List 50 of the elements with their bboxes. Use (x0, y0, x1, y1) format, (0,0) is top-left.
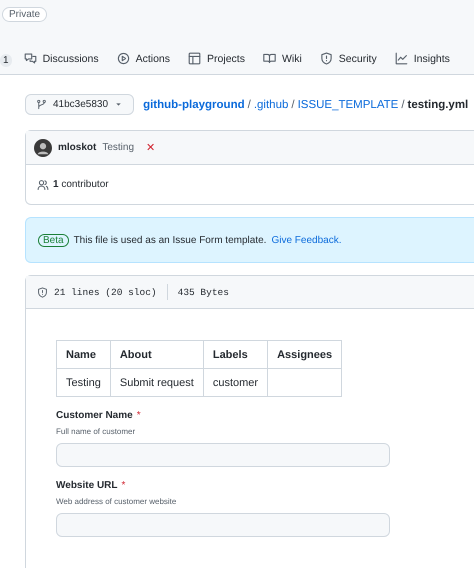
breadcrumb-separator: / (401, 98, 405, 110)
nav-tab[interactable]: Projects (186, 52, 247, 69)
commit-author[interactable]: mloskot (58, 142, 96, 153)
table-cell: Submit request (110, 368, 204, 396)
field-label: Website URL (56, 480, 118, 491)
breadcrumb-link[interactable]: .github (254, 98, 288, 110)
visibility-badge: Private (2, 7, 48, 22)
table-cell: customer (203, 368, 268, 396)
nav-tab[interactable]: Insights (392, 52, 452, 69)
breadcrumb-link[interactable]: github-playground (143, 98, 245, 110)
breadcrumb-link[interactable]: ISSUE_TEMPLATE (298, 98, 398, 110)
avatar[interactable] (34, 138, 52, 156)
counter-badge: 1 (0, 54, 12, 67)
commit-message: Testing (102, 142, 134, 153)
table-icon (188, 52, 202, 65)
column-header: Labels (203, 340, 268, 368)
contributors-link[interactable]: 1 contributor (53, 179, 109, 190)
nav-tab[interactable]: Discussions (22, 52, 101, 69)
table-cell: Testing (56, 368, 110, 396)
breadcrumb-separator: / (248, 98, 251, 110)
input-field[interactable] (56, 513, 390, 537)
input-field[interactable] (56, 443, 390, 467)
breadcrumb-separator: / (291, 98, 295, 110)
required-mark: * (122, 480, 126, 491)
branch-button[interactable]: 41bc3e5830 (25, 94, 134, 115)
beta-badge: Beta (38, 234, 69, 246)
line-count: 21 lines (20 sloc) (54, 286, 157, 298)
file-size: 435 Bytes (178, 286, 229, 298)
feedback-link[interactable]: Give Feedback. (271, 234, 342, 246)
banner-text: This file is used as an Issue Form template. (74, 234, 266, 246)
nav-tab[interactable]: Actions (114, 52, 172, 69)
file-name: testing.yml (408, 98, 468, 110)
book-icon (262, 52, 276, 65)
nav-tab[interactable]: Security (318, 52, 379, 69)
graph-icon (394, 52, 408, 65)
failure-status[interactable]: ✕ (146, 141, 156, 154)
column-header: Assignees (268, 340, 342, 368)
shield-icon (320, 52, 333, 65)
required-mark: * (136, 410, 141, 421)
nav-tab[interactable]: Wiki (260, 52, 304, 69)
discussions-icon (24, 52, 37, 65)
play-icon (116, 52, 130, 65)
field-description: Full name of customer (56, 427, 136, 436)
branch-icon (36, 99, 47, 110)
people-icon (37, 178, 49, 190)
column-header: Name (56, 340, 110, 368)
field-label: Customer Name (56, 410, 133, 421)
field-description: Web address of customer website (56, 497, 178, 506)
column-header: About (110, 340, 204, 368)
shield-icon (37, 286, 48, 298)
